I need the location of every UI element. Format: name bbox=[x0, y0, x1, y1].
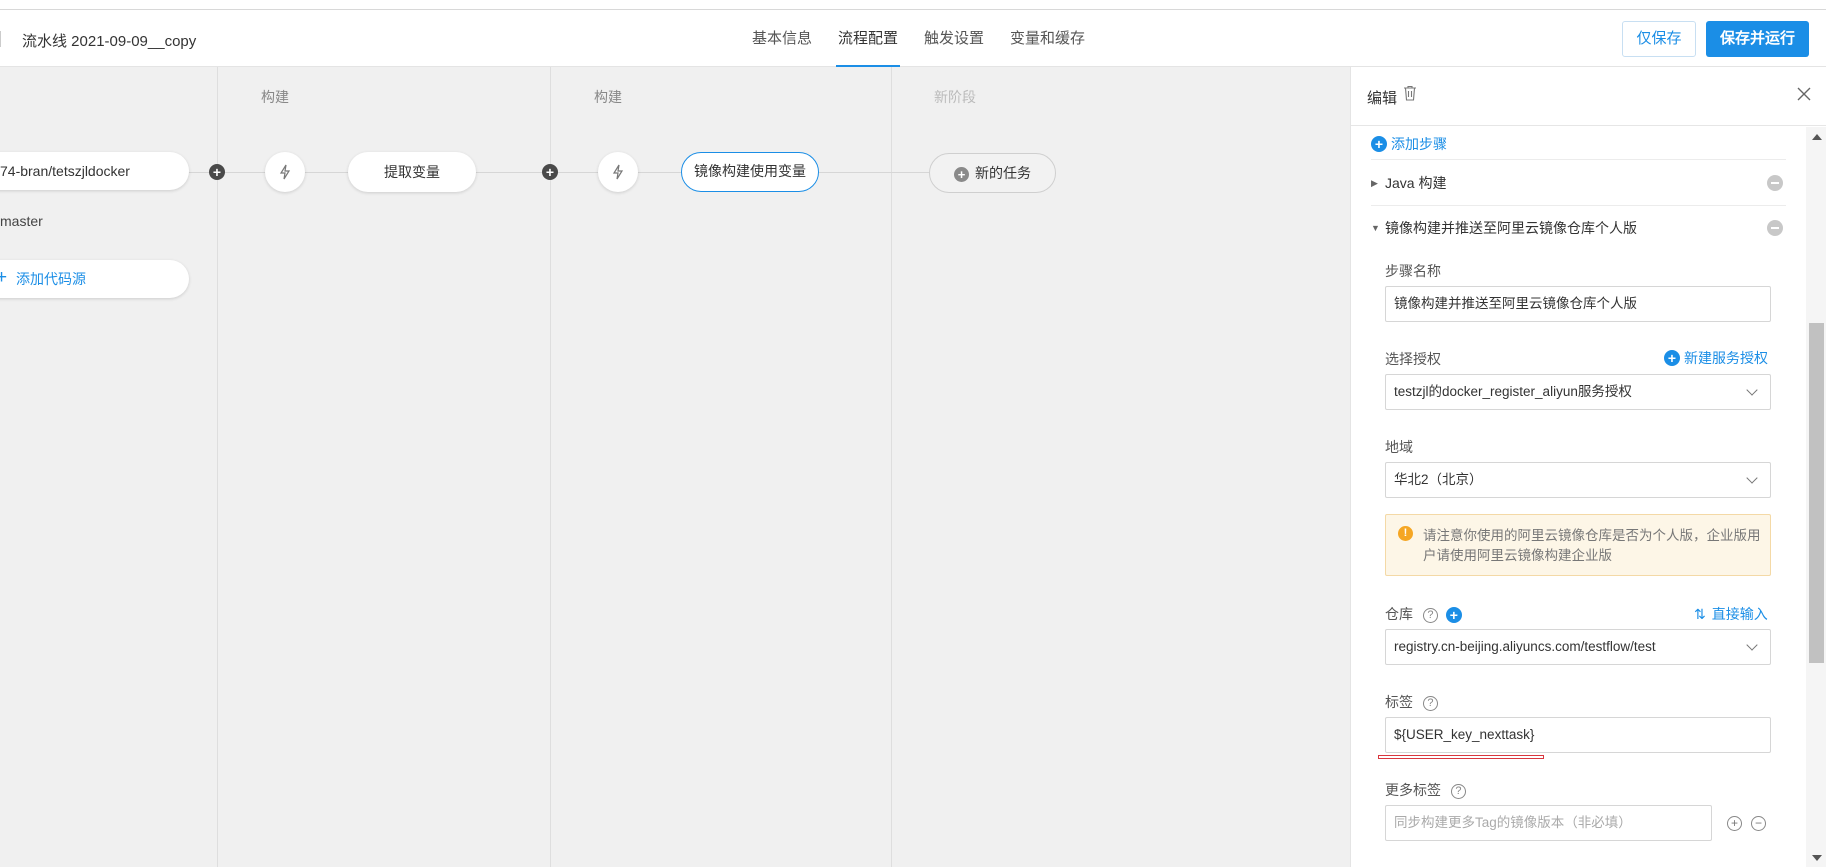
chevron-right-icon: ▶ bbox=[1371, 177, 1378, 188]
save-only-button[interactable]: 仅保存 bbox=[1622, 21, 1696, 57]
step-name-value: 镜像构建并推送至阿里云镜像仓库个人版 bbox=[1394, 296, 1637, 311]
pipeline-title: 流水线 2021-09-09__copy bbox=[22, 33, 197, 50]
task-image-build-variables[interactable]: 镜像构建使用变量 bbox=[681, 152, 819, 192]
plus-icon: + bbox=[0, 267, 8, 288]
scroll-thumb[interactable] bbox=[1809, 323, 1824, 663]
tab-basic-info[interactable]: 基本信息 bbox=[750, 10, 814, 67]
trash-icon[interactable] bbox=[1403, 85, 1417, 104]
plus-circle-icon: + bbox=[1371, 136, 1387, 152]
panel-title: 编辑 bbox=[1367, 90, 1398, 107]
repo-select[interactable]: registry.cn-beijing.aliyuncs.com/testflo… bbox=[1385, 629, 1771, 665]
step-image-build-push[interactable]: ▼ 镜像构建并推送至阿里云镜像仓库个人版 bbox=[1371, 217, 1786, 239]
add-repo-icon[interactable]: + bbox=[1445, 607, 1462, 624]
new-service-auth-link[interactable]: + 新建服务授权 bbox=[1664, 348, 1768, 368]
add-stage-plus-icon[interactable]: + bbox=[209, 164, 225, 180]
panel-header: 编辑 bbox=[1351, 67, 1826, 126]
auth-select[interactable]: testzjl的docker_register_aliyun服务授权 bbox=[1385, 374, 1771, 410]
repo-name: 74-bran/tetszjldocker bbox=[0, 163, 130, 179]
highlight-underline bbox=[1378, 755, 1544, 759]
help-icon[interactable]: ? bbox=[1422, 607, 1438, 623]
divider bbox=[1371, 159, 1786, 160]
help-icon[interactable]: ? bbox=[1422, 695, 1438, 711]
plus-circle-icon: + bbox=[1664, 350, 1680, 366]
direct-input-link[interactable]: ⇅ 直接输入 bbox=[1694, 604, 1768, 624]
scroll-up-arrow[interactable] bbox=[1812, 134, 1822, 140]
warning-text: 请注意你使用的阿里云镜像仓库是否为个人版，企业版用户请使用阿里云镜像构建企业版 bbox=[1423, 528, 1761, 563]
tab-flow-config[interactable]: 流程配置 bbox=[836, 10, 901, 67]
step-name: Java 构建 bbox=[1385, 175, 1447, 191]
more-tags-label: 更多标签 bbox=[1385, 782, 1441, 798]
more-tags-placeholder: 同步构建更多Tag的镜像版本（非必填） bbox=[1394, 815, 1632, 830]
chevron-down-icon bbox=[1746, 384, 1758, 396]
new-task-button[interactable]: + 新的任务 bbox=[929, 153, 1056, 193]
add-code-source-label: 添加代码源 bbox=[16, 271, 86, 287]
title-divider bbox=[0, 31, 1, 47]
direct-input-label: 直接输入 bbox=[1711, 606, 1768, 622]
step-name-input[interactable]: 镜像构建并推送至阿里云镜像仓库个人版 bbox=[1385, 286, 1771, 322]
close-icon[interactable] bbox=[1797, 87, 1811, 104]
repo-value: registry.cn-beijing.aliyuncs.com/testflo… bbox=[1394, 639, 1656, 654]
repo-label: 仓库 bbox=[1385, 606, 1413, 622]
pipeline-canvas: 构建 构建 新阶段 74-bran/tetszjldocker master +… bbox=[0, 67, 1350, 867]
tab-bar: 基本信息 流程配置 触发设置 变量和缓存 bbox=[750, 10, 1109, 67]
source-branch: master bbox=[0, 213, 43, 229]
tag-value: ${USER_key_nexttask} bbox=[1394, 727, 1535, 742]
stage-divider bbox=[550, 67, 551, 867]
tag-label: 标签 bbox=[1385, 694, 1413, 710]
save-and-run-button[interactable]: 保存并运行 bbox=[1706, 21, 1809, 57]
remove-step-icon[interactable] bbox=[1767, 220, 1783, 236]
more-tags-label-row: 更多标签 ? bbox=[1385, 780, 1466, 800]
region-value: 华北2（北京） bbox=[1394, 472, 1483, 487]
step-name-label: 步骤名称 bbox=[1385, 263, 1441, 279]
step-name: 镜像构建并推送至阿里云镜像仓库个人版 bbox=[1385, 220, 1637, 236]
scroll-down-arrow[interactable] bbox=[1812, 855, 1822, 861]
auth-value: testzjl的docker_register_aliyun服务授权 bbox=[1394, 384, 1632, 399]
repo-label-row: 仓库 ? + bbox=[1385, 604, 1466, 624]
tag-input[interactable]: ${USER_key_nexttask} bbox=[1385, 717, 1771, 753]
region-select[interactable]: 华北2（北京） bbox=[1385, 462, 1771, 498]
remove-tag-icon[interactable]: − bbox=[1751, 816, 1766, 831]
step-java-build[interactable]: ▶ Java 构建 bbox=[1371, 172, 1786, 194]
more-tags-input[interactable]: 同步构建更多Tag的镜像版本（非必填） bbox=[1385, 805, 1712, 841]
add-tag-icon[interactable]: + bbox=[1727, 816, 1742, 831]
region-label: 地域 bbox=[1385, 439, 1413, 455]
top-border bbox=[0, 0, 1826, 10]
stage-title: 构建 bbox=[594, 89, 622, 105]
stage-divider bbox=[891, 67, 892, 867]
auth-label: 选择授权 bbox=[1385, 351, 1441, 367]
stage-divider bbox=[217, 67, 218, 867]
scrollbar[interactable] bbox=[1806, 127, 1826, 867]
add-stage-plus-icon[interactable]: + bbox=[542, 164, 558, 180]
chevron-down-icon bbox=[1746, 639, 1758, 651]
edit-panel: 编辑 + 添加步骤 ▶ Java 构建 ▼ 镜像构建并推送至阿里云镜像仓库个人版… bbox=[1350, 67, 1826, 867]
help-icon[interactable]: ? bbox=[1450, 783, 1466, 799]
add-step-button[interactable]: + 添加步骤 bbox=[1371, 134, 1447, 154]
remove-step-icon[interactable] bbox=[1767, 175, 1783, 191]
warning-alert: ! 请注意你使用的阿里云镜像仓库是否为个人版，企业版用户请使用阿里云镜像构建企业… bbox=[1385, 514, 1771, 576]
code-source-repo[interactable]: 74-bran/tetszjldocker bbox=[0, 152, 189, 190]
tab-trigger-settings[interactable]: 触发设置 bbox=[922, 10, 986, 67]
stage-title[interactable]: 新阶段 bbox=[934, 87, 976, 107]
warning-icon: ! bbox=[1398, 526, 1413, 541]
header: 流水线 2021-09-09__copy 基本信息 流程配置 触发设置 变量和缓… bbox=[0, 10, 1826, 67]
add-step-label: 添加步骤 bbox=[1391, 136, 1447, 152]
tab-variables-cache[interactable]: 变量和缓存 bbox=[1008, 10, 1087, 67]
task-extract-variables[interactable]: 提取变量 bbox=[348, 152, 476, 192]
add-code-source-button[interactable]: + 添加代码源 bbox=[0, 260, 189, 298]
swap-icon: ⇅ bbox=[1694, 605, 1706, 622]
chevron-down-icon: ▼ bbox=[1371, 223, 1380, 233]
trigger-lightning-icon[interactable] bbox=[265, 152, 305, 192]
divider bbox=[1371, 205, 1786, 206]
plus-icon: + bbox=[954, 166, 969, 182]
chevron-down-icon bbox=[1746, 472, 1758, 484]
tag-label-row: 标签 ? bbox=[1385, 692, 1438, 712]
stage-title: 构建 bbox=[261, 89, 289, 105]
new-task-label: 新的任务 bbox=[975, 165, 1031, 181]
trigger-lightning-icon[interactable] bbox=[598, 152, 638, 192]
new-service-auth-label: 新建服务授权 bbox=[1684, 350, 1768, 366]
